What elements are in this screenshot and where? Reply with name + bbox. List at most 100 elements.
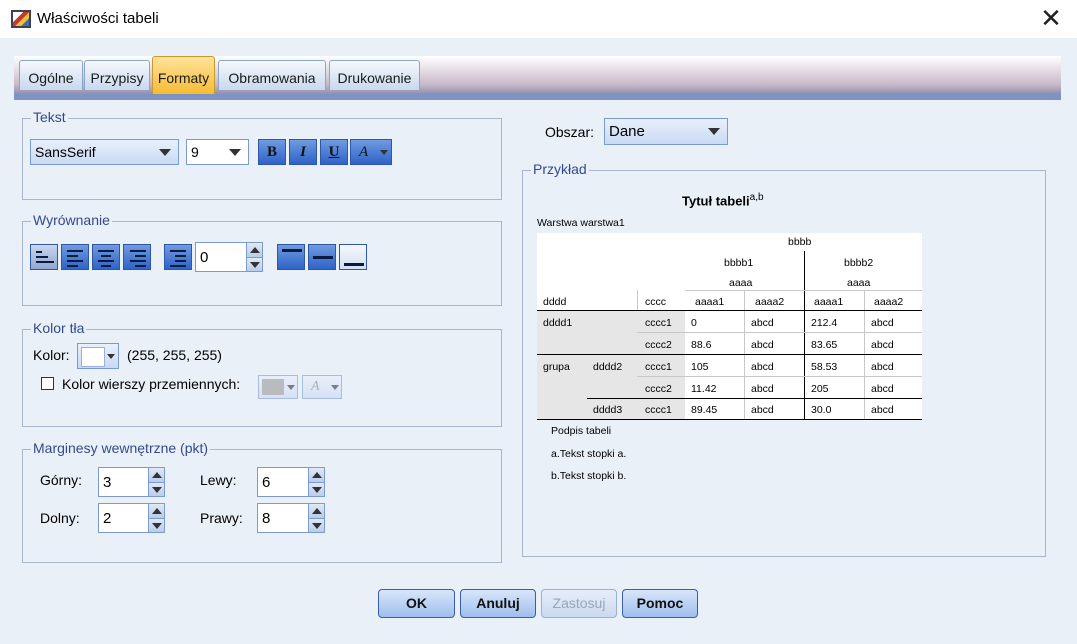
window-title: Właściwości tabeli [37, 10, 159, 27]
cell: 58.53 [811, 361, 838, 373]
underline-button[interactable]: U [320, 139, 348, 165]
tab-strip: Ogólne Przypisy Formaty Obramowania Druk… [14, 56, 1061, 94]
area-select[interactable]: Dane [604, 118, 728, 145]
right-margin-label: Prawy: [200, 510, 243, 526]
valign-top-icon[interactable] [277, 244, 305, 270]
valign-middle-icon[interactable] [308, 244, 336, 270]
alt-rows-checkbox[interactable] [41, 377, 54, 390]
indent-value: 0 [200, 249, 209, 266]
preview-caption: Podpis tabeli [551, 425, 612, 437]
header-c1: aaaa1 [695, 296, 725, 308]
chevron-down-icon [331, 385, 339, 390]
tab-printing[interactable]: Drukowanie [329, 60, 420, 90]
right-margin-spinner[interactable]: 8 [257, 503, 325, 533]
background-color-group-label: Kolor tła [31, 320, 87, 336]
cell: abcd [751, 383, 774, 395]
chevron-down-icon [107, 354, 115, 359]
alt-rows-label: Kolor wierszy przemiennych: [62, 376, 241, 392]
alignment-group-label: Wyrównanie [31, 212, 112, 228]
chevron-down-icon [229, 149, 241, 156]
right-margin-value: 8 [262, 510, 271, 527]
row-cccc: cccc2 [645, 383, 672, 395]
spin-down-icon[interactable] [148, 518, 164, 532]
header-bbbb2: bbbb2 [844, 257, 874, 269]
cell: 0 [691, 317, 697, 329]
tab-footnotes[interactable]: Przypisy [84, 60, 150, 90]
left-margin-spinner[interactable]: 6 [257, 467, 325, 497]
cell: 105 [691, 361, 709, 373]
header-bbbb1: bbbb1 [724, 257, 754, 269]
preview-footnote-a: a.Tekst stopki a. [551, 448, 627, 460]
row-cccc: cccc1 [645, 317, 672, 329]
title-bar: Właściwości tabeli ✕ [0, 0, 1077, 38]
align-right-icon[interactable] [123, 244, 151, 270]
bottom-margin-label: Dolny: [40, 510, 80, 526]
spin-up-icon[interactable] [246, 243, 262, 257]
cell: abcd [871, 404, 894, 416]
chevron-down-icon [380, 150, 388, 155]
tab-borders[interactable]: Obramowania [218, 60, 326, 90]
top-margin-spinner[interactable]: 3 [98, 467, 165, 497]
cell: 212.4 [811, 317, 838, 329]
text-color-icon: A [311, 379, 320, 394]
text-group-label: Tekst [31, 109, 68, 125]
spin-down-icon[interactable] [246, 257, 262, 271]
cell: abcd [871, 383, 894, 395]
cell: 88.6 [691, 339, 712, 351]
align-center-icon[interactable] [92, 244, 120, 270]
color-rgb-value: (255, 255, 255) [127, 347, 222, 363]
text-color-icon: A [359, 144, 369, 160]
preview-title-sup: a,b [749, 192, 764, 203]
header-c4: aaaa2 [874, 296, 904, 308]
header-cccc: cccc [645, 296, 666, 308]
header-dddd: dddd [543, 296, 567, 308]
top-margin-value: 3 [103, 474, 112, 491]
row-dddd: dddd3 [593, 404, 623, 416]
text-color-button[interactable]: A [350, 139, 392, 165]
chevron-down-icon [708, 128, 720, 135]
alt-rows-text-color-select: A [302, 375, 342, 399]
ok-button[interactable]: OK [378, 589, 455, 618]
cancel-button[interactable]: Anuluj [460, 589, 536, 618]
font-size-select[interactable]: 9 [186, 139, 249, 165]
align-left-icon[interactable] [61, 244, 89, 270]
tab-general[interactable]: Ogólne [19, 60, 83, 90]
italic-button[interactable]: I [289, 139, 317, 165]
font-family-select[interactable]: SansSerif [30, 139, 179, 165]
spin-up-icon[interactable] [308, 504, 324, 518]
align-mixed-icon[interactable] [30, 244, 58, 270]
cell: 89.45 [691, 404, 718, 416]
spin-down-icon[interactable] [148, 482, 164, 496]
cell: 83.65 [811, 339, 838, 351]
header-aaaa-left: aaaa [729, 277, 753, 289]
indent-icon[interactable] [164, 244, 192, 270]
cell: abcd [871, 317, 894, 329]
spin-down-icon[interactable] [308, 482, 324, 496]
indent-spinner[interactable]: 0 [195, 242, 263, 272]
spin-up-icon[interactable] [308, 468, 324, 482]
valign-bottom-icon[interactable] [339, 244, 367, 270]
color-swatch [81, 347, 105, 367]
cell: abcd [751, 361, 774, 373]
tab-formats[interactable]: Formaty [152, 56, 215, 94]
bold-button[interactable]: B [258, 139, 286, 165]
preview-title-text: Tytuł tabeli [682, 193, 750, 209]
spin-up-icon[interactable] [148, 504, 164, 518]
font-family-value: SansSerif [35, 144, 96, 160]
preview-title: Tytuł tabelia,b [682, 192, 764, 208]
background-color-select[interactable] [77, 343, 119, 369]
chevron-down-icon [287, 385, 295, 390]
row-dddd: dddd2 [593, 361, 623, 373]
area-value: Dane [609, 123, 645, 140]
spin-down-icon[interactable] [308, 518, 324, 532]
row-cccc: cccc2 [645, 339, 672, 351]
margins-group-label: Marginesy wewnętrzne (pkt) [31, 440, 211, 456]
bottom-margin-spinner[interactable]: 2 [98, 503, 165, 533]
alt-rows-color-select [258, 375, 298, 399]
cell: 30.0 [811, 404, 832, 416]
header-bbbb: bbbb [788, 236, 812, 248]
spin-up-icon[interactable] [148, 468, 164, 482]
help-button[interactable]: Pomoc [622, 589, 698, 618]
close-button[interactable]: ✕ [1039, 5, 1063, 31]
cell: 205 [811, 383, 829, 395]
